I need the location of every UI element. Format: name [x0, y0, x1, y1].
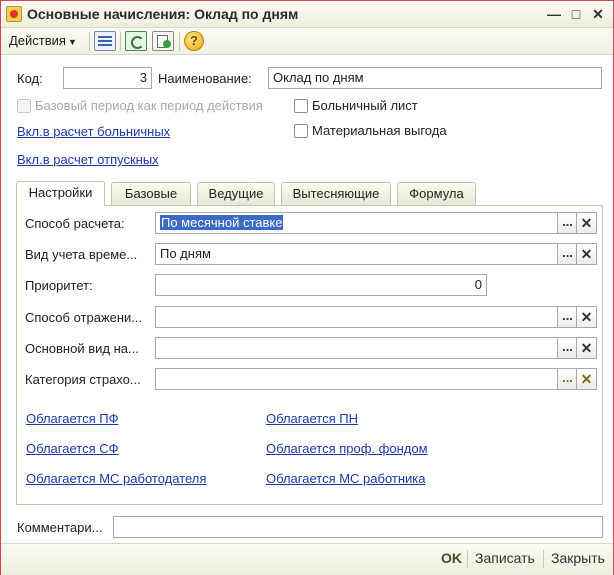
code-field[interactable]: 3	[63, 67, 152, 89]
comment-label: Комментари...	[17, 520, 103, 535]
title-bar: Основные начисления: Оклад по дням — □ ✕	[1, 1, 613, 28]
minimize-icon[interactable]: —	[545, 5, 563, 23]
app-icon	[6, 6, 22, 22]
sick-list-checkbox[interactable]	[294, 99, 308, 113]
refresh-icon[interactable]	[125, 31, 147, 51]
tab-displacing[interactable]: Вытесняющие	[281, 182, 391, 205]
main-window: Основные начисления: Оклад по дням — □ ✕…	[0, 0, 614, 575]
priority-value: 0	[474, 277, 482, 292]
time-type-value: По дням	[160, 246, 211, 261]
comment-field[interactable]	[113, 516, 603, 538]
toolbar-divider	[179, 32, 180, 51]
main-type-clear-icon[interactable]: ✕	[576, 337, 597, 359]
sick-list-label: Больничный лист	[312, 98, 418, 113]
time-type-select-button[interactable]: ...	[557, 243, 578, 265]
toolbar: Действия ▼ ?	[1, 28, 613, 55]
reflection-select-button[interactable]: ...	[557, 306, 578, 328]
tab-formula[interactable]: Формула	[397, 182, 476, 205]
tab-leading[interactable]: Ведущие	[197, 182, 275, 205]
insurance-field[interactable]	[155, 368, 558, 390]
close-button[interactable]: Закрыть	[551, 550, 605, 566]
reflection-label: Способ отражени...	[25, 310, 143, 325]
calc-method-value: По месячной ставке	[160, 215, 284, 230]
tab-base[interactable]: Базовые	[111, 182, 191, 205]
calc-method-label: Способ расчета:	[25, 216, 125, 231]
reflection-field[interactable]	[155, 306, 558, 328]
calc-method-clear-icon[interactable]: ✕	[576, 212, 597, 234]
actions-menu[interactable]: Действия ▼	[9, 33, 77, 48]
bottom-bar: OK Записать Закрыть	[1, 543, 613, 575]
time-type-field[interactable]: По дням	[155, 243, 558, 265]
toolbar-divider	[89, 32, 90, 51]
ok-button[interactable]: OK	[441, 550, 462, 566]
name-label: Наименование:	[158, 71, 252, 86]
close-icon[interactable]: ✕	[589, 5, 607, 23]
sick-calc-link[interactable]: Вкл.в расчет больничных	[17, 124, 170, 139]
main-type-field[interactable]	[155, 337, 558, 359]
name-value: Оклад по дням	[273, 70, 364, 85]
tax-pn-link[interactable]: Облагается ПН	[266, 411, 358, 426]
tax-sf-link[interactable]: Облагается СФ	[26, 441, 119, 456]
copy-icon[interactable]	[152, 31, 174, 51]
code-label: Код:	[17, 71, 43, 86]
tax-ms-employee-link[interactable]: Облагается МС работника	[266, 471, 426, 486]
save-button[interactable]: Записать	[475, 550, 535, 566]
help-icon[interactable]: ?	[184, 31, 204, 51]
material-benefit-checkbox[interactable]	[294, 124, 308, 138]
base-period-label: Базовый период как период действия	[35, 98, 263, 113]
reflection-clear-icon[interactable]: ✕	[576, 306, 597, 328]
button-divider	[467, 550, 468, 568]
calc-method-field[interactable]: По месячной ставке	[155, 212, 558, 234]
insurance-select-button[interactable]: ...	[557, 368, 578, 390]
name-field[interactable]: Оклад по дням	[268, 67, 602, 89]
priority-label: Приоритет:	[25, 278, 93, 293]
insurance-label: Категория страхо...	[25, 372, 141, 387]
main-type-select-button[interactable]: ...	[557, 337, 578, 359]
actions-menu-label: Действия	[9, 33, 66, 48]
material-benefit-label: Материальная выгода	[312, 123, 447, 138]
insurance-clear-icon[interactable]: ✕	[576, 368, 597, 390]
time-type-clear-icon[interactable]: ✕	[576, 243, 597, 265]
window-title: Основные начисления: Оклад по дням	[27, 6, 299, 22]
vacation-calc-link[interactable]: Вкл.в расчет отпускных	[17, 152, 159, 167]
time-type-label: Вид учета време...	[25, 247, 138, 262]
tax-ms-employer-link[interactable]: Облагается МС работодателя	[26, 471, 206, 486]
calc-method-select-button[interactable]: ...	[557, 212, 578, 234]
tax-pf-link[interactable]: Облагается ПФ	[26, 411, 118, 426]
tab-settings[interactable]: Настройки	[16, 181, 105, 206]
button-divider	[543, 550, 544, 568]
tax-prof-link[interactable]: Облагается проф. фондом	[266, 441, 428, 456]
priority-field[interactable]: 0	[155, 274, 487, 296]
maximize-icon[interactable]: □	[567, 5, 585, 23]
main-type-label: Основной вид на...	[25, 341, 139, 356]
list-icon[interactable]	[94, 31, 116, 51]
toolbar-divider	[120, 32, 121, 51]
base-period-checkbox[interactable]	[17, 99, 31, 113]
code-value: 3	[139, 70, 147, 85]
chevron-down-icon: ▼	[67, 37, 77, 47]
